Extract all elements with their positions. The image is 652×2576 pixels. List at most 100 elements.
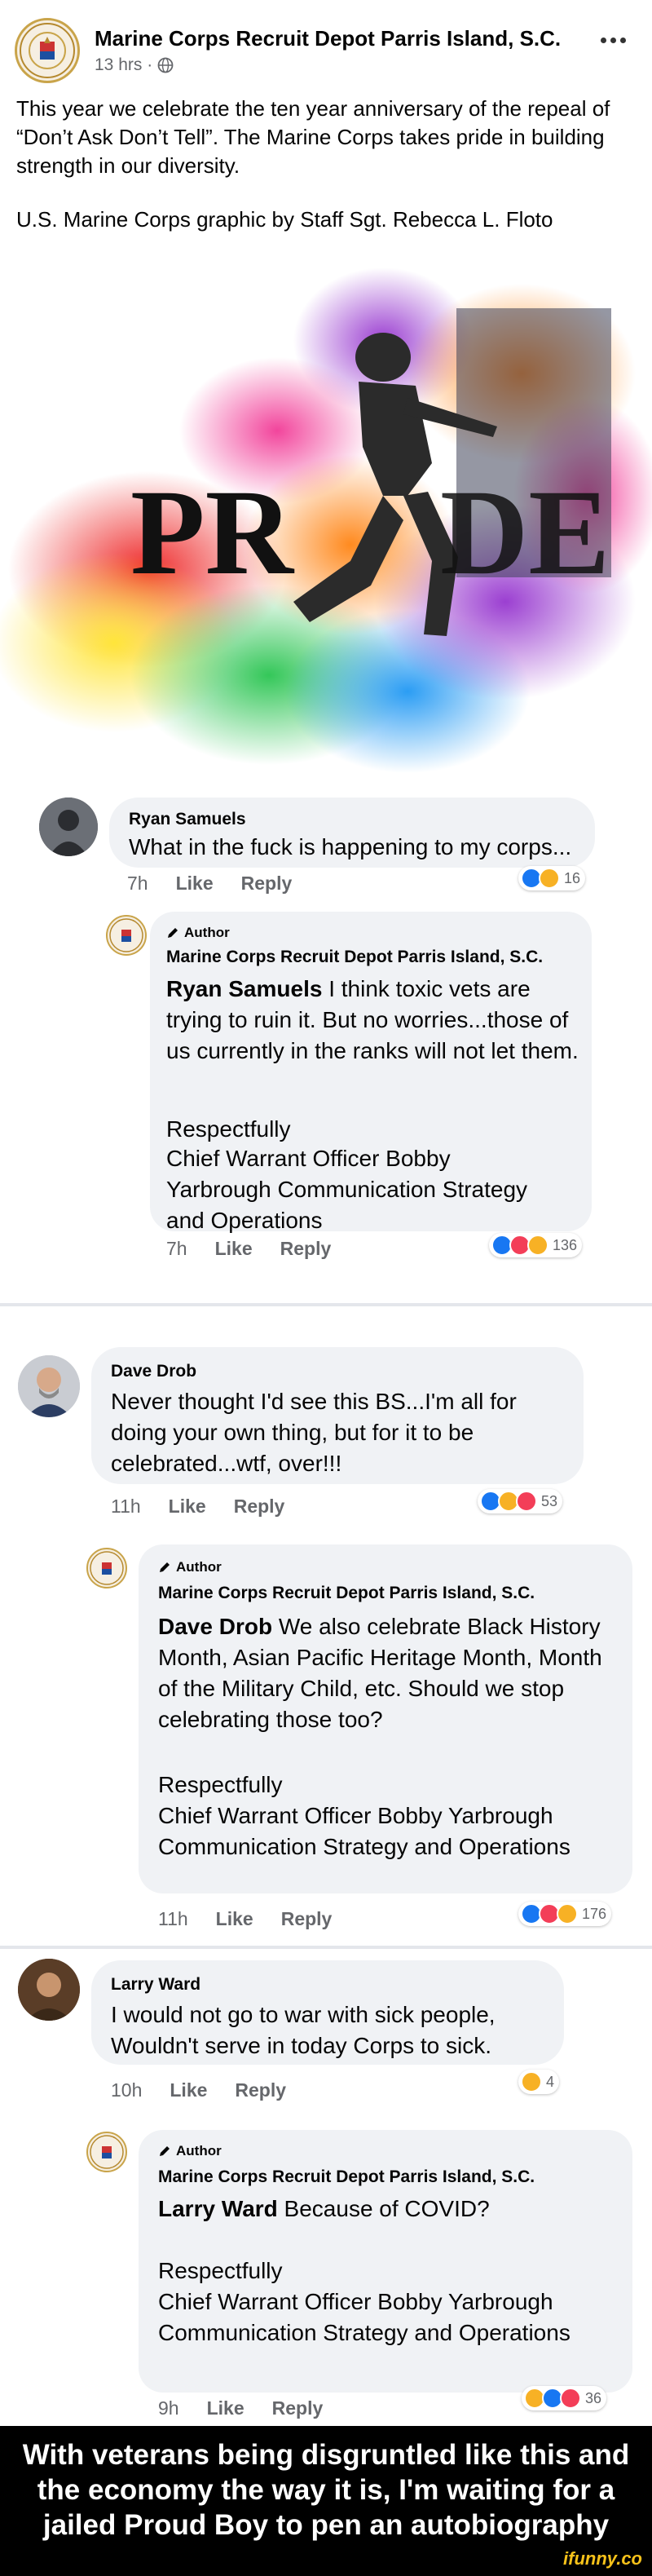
reply-time[interactable]: 7h: [166, 1238, 187, 1260]
page-avatar-small[interactable]: [86, 1548, 127, 1588]
page-name[interactable]: Marine Corps Recruit Depot Parris Island…: [95, 26, 561, 51]
haha-reaction-icon: [557, 1903, 578, 1924]
pride-graphic-image: PR DE: [0, 267, 652, 773]
post-header: Marine Corps Recruit Depot Parris Island…: [15, 18, 637, 83]
reply-actions: 7h Like Reply: [166, 1238, 331, 1260]
reply-text: Larry Ward Because of COVID?: [158, 2194, 623, 2225]
reply-text: Ryan Samuels I think toxic vets are tryi…: [166, 974, 582, 1067]
page-avatar-small[interactable]: [106, 915, 147, 956]
page-avatar[interactable]: [15, 18, 80, 83]
ifunny-watermark: ifunny.co: [563, 2548, 642, 2569]
reply-author-name[interactable]: Marine Corps Recruit Depot Parris Island…: [158, 1584, 535, 1603]
comment-time[interactable]: 7h: [127, 873, 148, 895]
like-button[interactable]: Like: [216, 1908, 253, 1930]
reaction-summary[interactable]: 136: [489, 1233, 583, 1257]
reaction-count: 4: [546, 2073, 555, 2090]
reply-signature: Chief Warrant Officer Bobby Yarbrough Co…: [158, 1803, 570, 1859]
reply-body: Because of COVID?: [277, 2196, 490, 2221]
pride-word-left: PR: [130, 465, 295, 600]
reaction-count: 176: [582, 1905, 607, 1922]
avatar[interactable]: [18, 1959, 80, 2021]
reply-text: Dave Drob We also celebrate Black Histor…: [158, 1611, 623, 1735]
more-options-button[interactable]: [593, 29, 632, 51]
author-label: Author: [176, 2143, 222, 2158]
usmc-seal-icon: [90, 1551, 124, 1585]
comment-author-name[interactable]: Dave Drob: [111, 1362, 196, 1381]
like-button[interactable]: Like: [169, 1496, 206, 1518]
reply-signoff: Respectfully: [158, 2258, 283, 2283]
comment-actions: 10h Like Reply: [111, 2079, 286, 2101]
person-photo-icon: [18, 1355, 80, 1417]
reply-author-name[interactable]: Marine Corps Recruit Depot Parris Island…: [158, 2167, 535, 2187]
post-graphic[interactable]: PR DE: [0, 251, 652, 773]
reply-signoff: Respectfully: [166, 1116, 291, 1142]
reply-time[interactable]: 9h: [158, 2397, 179, 2419]
section-divider: [0, 1946, 652, 1949]
reaction-summary[interactable]: 4: [518, 2070, 560, 2094]
reaction-summary[interactable]: 16: [518, 866, 586, 890]
love-reaction-icon: [560, 2388, 581, 2409]
like-button[interactable]: Like: [170, 2079, 207, 2101]
reply-signature: Chief Warrant Officer Bobby Yarbrough Co…: [158, 2289, 570, 2345]
post-credit: U.S. Marine Corps graphic by Staff Sgt. …: [16, 207, 553, 232]
like-button[interactable]: Like: [215, 1238, 253, 1260]
like-button[interactable]: Like: [176, 873, 214, 895]
usmc-seal-icon: [90, 2135, 124, 2169]
author-label: Author: [176, 1559, 222, 1575]
mention[interactable]: Ryan Samuels: [166, 976, 322, 1001]
reaction-summary[interactable]: 36: [522, 2386, 607, 2410]
reply-button[interactable]: Reply: [234, 1496, 285, 1518]
meme-caption: With veterans being disgruntled like thi…: [0, 2426, 652, 2576]
haha-reaction-icon: [521, 2071, 542, 2092]
comment-text: Never thought I'd see this BS...I'm all …: [111, 1389, 517, 1476]
reaction-summary[interactable]: 176: [518, 1902, 612, 1926]
reply-time[interactable]: 11h: [158, 1908, 188, 1930]
reply-signature: Chief Warrant Officer Bobby Yarbrough Co…: [166, 1146, 528, 1233]
page-avatar-small[interactable]: [86, 2132, 127, 2172]
reply-signoff: Respectfully: [158, 1772, 283, 1797]
reply-button[interactable]: Reply: [235, 2079, 286, 2101]
comment-author-name[interactable]: Larry Ward: [111, 1975, 200, 1995]
haha-reaction-icon: [539, 868, 560, 889]
love-reaction-icon: [516, 1491, 537, 1512]
pencil-icon: [160, 2146, 170, 2156]
reaction-count: 36: [585, 2389, 602, 2406]
reaction-summary[interactable]: 53: [478, 1489, 563, 1513]
reaction-count: 53: [541, 1492, 558, 1509]
reply-button[interactable]: Reply: [280, 1238, 332, 1260]
avatar[interactable]: [18, 1355, 80, 1417]
comment-actions: 11h Like Reply: [111, 1496, 284, 1518]
pride-word-right: DE: [440, 465, 610, 600]
dot-icon: [610, 37, 616, 43]
post-time[interactable]: 13 hrs ·: [95, 55, 152, 75]
reply-button[interactable]: Reply: [272, 2397, 324, 2419]
comment-text: I would not go to war with sick people, …: [111, 2002, 496, 2058]
reply-actions: 9h Like Reply: [158, 2397, 323, 2419]
author-label: Author: [184, 925, 230, 940]
comment-author-name[interactable]: Ryan Samuels: [129, 810, 246, 829]
reply-author-name[interactable]: Marine Corps Recruit Depot Parris Island…: [166, 948, 543, 967]
usmc-seal-icon: [20, 23, 75, 78]
comment-text: What in the fuck is happening to my corp…: [129, 834, 572, 859]
pencil-icon: [168, 928, 178, 938]
mention[interactable]: Dave Drob: [158, 1614, 272, 1639]
reply-button[interactable]: Reply: [281, 1908, 333, 1930]
author-badge: Author: [158, 1559, 222, 1575]
caption-text: With veterans being disgruntled like thi…: [22, 2439, 630, 2541]
person-photo-icon: [18, 1959, 80, 2021]
comment-actions: 7h Like Reply: [127, 873, 292, 895]
author-badge: Author: [158, 2143, 222, 2159]
haha-reaction-icon: [527, 1235, 548, 1256]
post-meta: 13 hrs ·: [95, 55, 174, 75]
avatar[interactable]: [39, 798, 98, 856]
like-button[interactable]: Like: [207, 2397, 244, 2419]
dot-icon: [619, 37, 626, 43]
reply-button[interactable]: Reply: [241, 873, 293, 895]
comment-time[interactable]: 10h: [111, 2079, 142, 2101]
usmc-seal-icon: [109, 918, 143, 952]
person-photo-icon: [39, 798, 98, 856]
comment-time[interactable]: 11h: [111, 1496, 141, 1518]
dot-icon: [600, 37, 606, 43]
mention[interactable]: Larry Ward: [158, 2196, 278, 2221]
reaction-count: 136: [553, 1236, 578, 1253]
